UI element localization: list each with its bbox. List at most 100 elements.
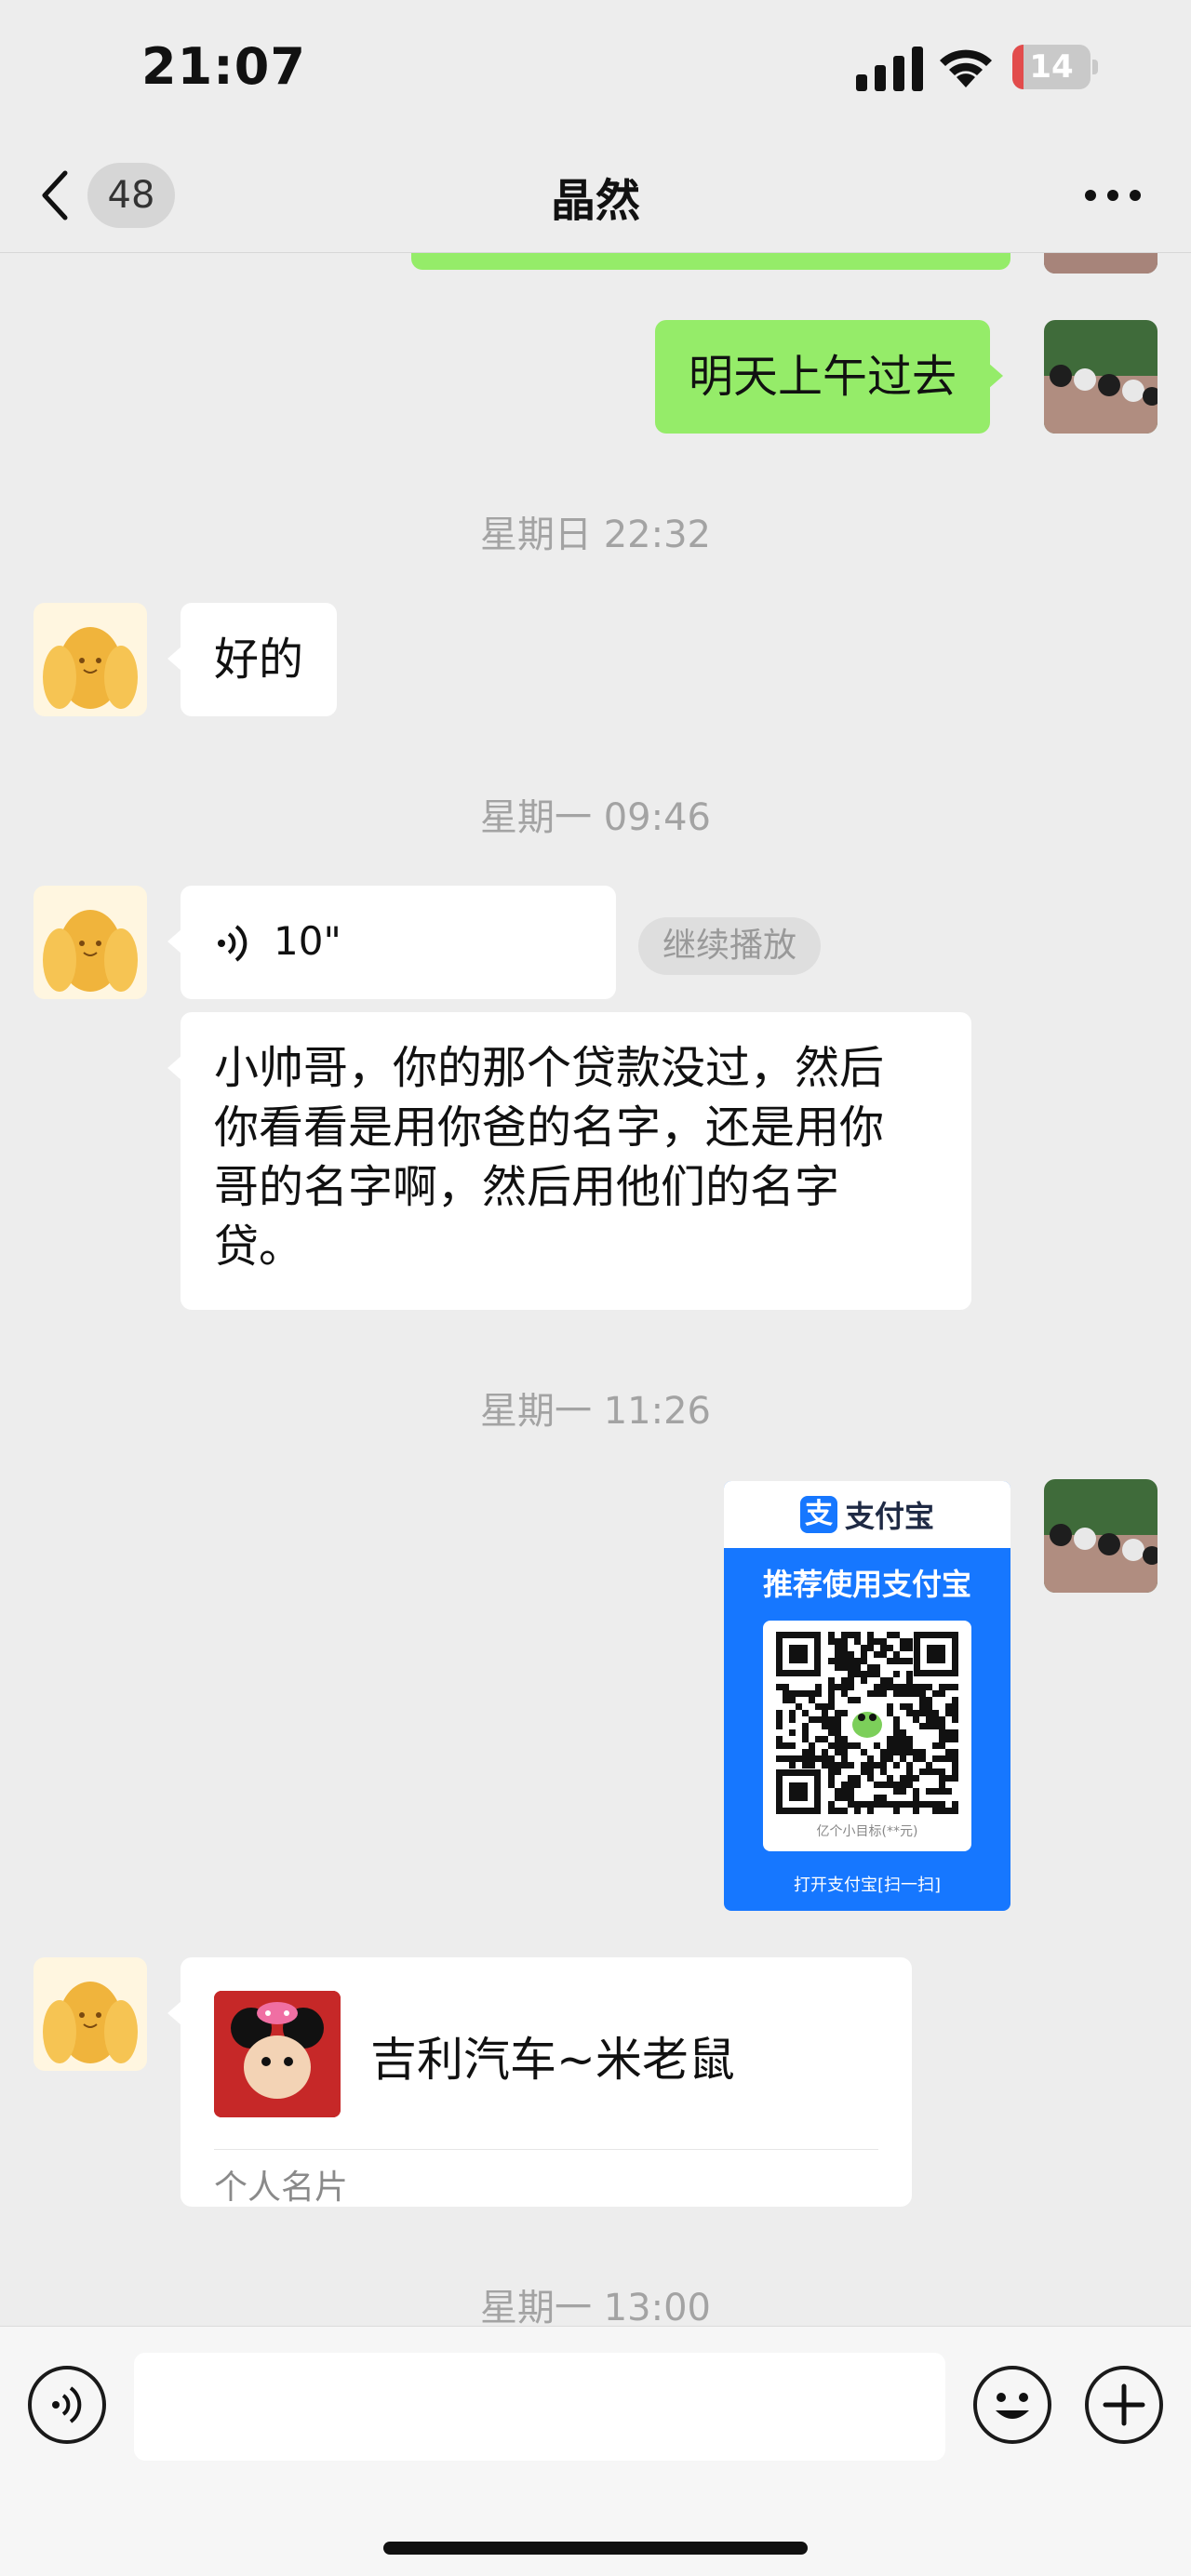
qr-module — [835, 1651, 841, 1658]
avatar-self[interactable] — [1044, 320, 1158, 434]
alipay-brand: 支付宝 — [844, 1499, 934, 1534]
qr-module — [926, 1768, 932, 1775]
qr-module — [841, 1755, 848, 1762]
qr-module — [887, 1742, 893, 1749]
qr-module — [776, 1684, 783, 1690]
qr-module — [939, 1801, 945, 1808]
qr-module — [822, 1749, 828, 1755]
qr-module — [861, 1671, 867, 1677]
qr-module — [926, 1723, 932, 1729]
qr-module — [880, 1677, 887, 1684]
qr-module — [776, 1742, 783, 1749]
contact-card-name: 吉利汽车~米老鼠 — [370, 2033, 735, 2087]
qr-module — [867, 1762, 874, 1768]
qr-module — [854, 1697, 861, 1703]
avatar-self[interactable] — [1044, 253, 1158, 274]
qr-module — [789, 1742, 796, 1749]
qr-module — [828, 1729, 835, 1736]
qr-module — [789, 1690, 796, 1697]
qr-module — [828, 1703, 835, 1710]
qr-module — [893, 1690, 900, 1697]
avatar-self[interactable] — [1044, 1479, 1158, 1593]
qr-module — [939, 1716, 945, 1723]
message-bubble-received[interactable]: 小帅哥，你的那个贷款没过，然后 你看看是用你爸的名字，还是用你 哥的名字啊，然后… — [167, 1012, 971, 1310]
qr-module — [939, 1788, 945, 1795]
emoji-button[interactable] — [973, 2366, 1051, 2444]
qr-module — [828, 1762, 835, 1768]
battery-percent: 14 — [1029, 48, 1074, 86]
continue-play-button[interactable]: 继续播放 — [638, 917, 822, 975]
qr-module — [861, 1801, 867, 1808]
voice-input-button[interactable] — [28, 2366, 106, 2444]
qr-module — [932, 1808, 939, 1814]
qr-module — [867, 1690, 874, 1697]
qr-module — [776, 1723, 783, 1729]
qr-module — [828, 1808, 835, 1814]
qr-module — [789, 1762, 796, 1768]
qr-module — [835, 1684, 841, 1690]
qr-module — [789, 1697, 796, 1703]
status-time: 21:07 — [141, 37, 306, 96]
message-text-line: 小帅哥，你的那个贷款没过，然后 — [214, 1042, 885, 1094]
qr-module — [893, 1716, 900, 1723]
qr-module — [835, 1788, 841, 1795]
qr-module — [900, 1729, 906, 1736]
qr-module — [919, 1703, 926, 1710]
qr-module — [939, 1808, 945, 1814]
qr-module — [776, 1716, 783, 1723]
qr-module — [841, 1782, 848, 1788]
qr-module — [952, 1749, 958, 1755]
qr-module — [874, 1762, 880, 1768]
avatar-contact[interactable] — [33, 1957, 147, 2071]
alipay-qr-image-message[interactable]: 支 支付宝 推荐使用支付宝 亿个小目标(**元) 打开支付宝[扫一扫] — [724, 1481, 1010, 1911]
qr-module — [900, 1703, 906, 1710]
qr-module — [880, 1684, 887, 1690]
qr-module — [906, 1710, 913, 1716]
avatar-contact[interactable] — [33, 603, 147, 716]
qr-module — [906, 1684, 913, 1690]
qr-module — [828, 1638, 835, 1645]
qr-module — [887, 1684, 893, 1690]
qr-module — [822, 1723, 828, 1729]
qr-module — [880, 1762, 887, 1768]
qr-module — [913, 1755, 919, 1762]
qr-module — [841, 1645, 848, 1651]
qr-module — [835, 1716, 841, 1723]
message-text: 好的 — [214, 634, 304, 686]
qr-module — [906, 1645, 913, 1651]
more-actions-button[interactable] — [1085, 2366, 1163, 2444]
qr-module — [952, 1729, 958, 1736]
qr-module — [900, 1736, 906, 1742]
qr-module — [893, 1742, 900, 1749]
qr-module — [867, 1808, 874, 1814]
qr-module — [926, 1716, 932, 1723]
qr-module — [802, 1736, 809, 1742]
qr-module — [932, 1755, 939, 1762]
contact-card-message[interactable]: 吉利汽车~米老鼠 个人名片 — [167, 1957, 912, 2207]
qr-module — [913, 1710, 919, 1716]
message-bubble-received[interactable]: 好的 — [167, 603, 338, 716]
message-input[interactable] — [134, 2353, 945, 2461]
qr-module — [822, 1703, 828, 1710]
qr-module — [932, 1690, 939, 1697]
qr-module — [952, 1808, 958, 1814]
more-options-icon[interactable] — [1079, 177, 1146, 214]
back-button[interactable]: 48 — [37, 158, 175, 233]
qr-module — [841, 1742, 848, 1749]
qr-module — [913, 1808, 919, 1814]
qr-module — [900, 1782, 906, 1788]
qr-module — [906, 1658, 913, 1664]
message-list[interactable]: 明天上午过去 星期日 22:32 好的 星期一 09:46 10" 继续播放 小… — [0, 253, 1191, 2326]
qr-module — [900, 1638, 906, 1645]
voice-message-bubble[interactable]: 10" — [167, 886, 616, 999]
qr-module — [867, 1801, 874, 1808]
qr-module — [835, 1736, 841, 1742]
message-bubble-sent[interactable]: 明天上午过去 — [655, 320, 1004, 434]
message-bubble-partial[interactable] — [411, 253, 1010, 270]
qr-module — [926, 1703, 932, 1710]
qr-module — [809, 1762, 815, 1768]
avatar-contact[interactable] — [33, 886, 147, 999]
qr-module — [835, 1808, 841, 1814]
qr-module — [893, 1658, 900, 1664]
qr-module — [848, 1658, 854, 1664]
